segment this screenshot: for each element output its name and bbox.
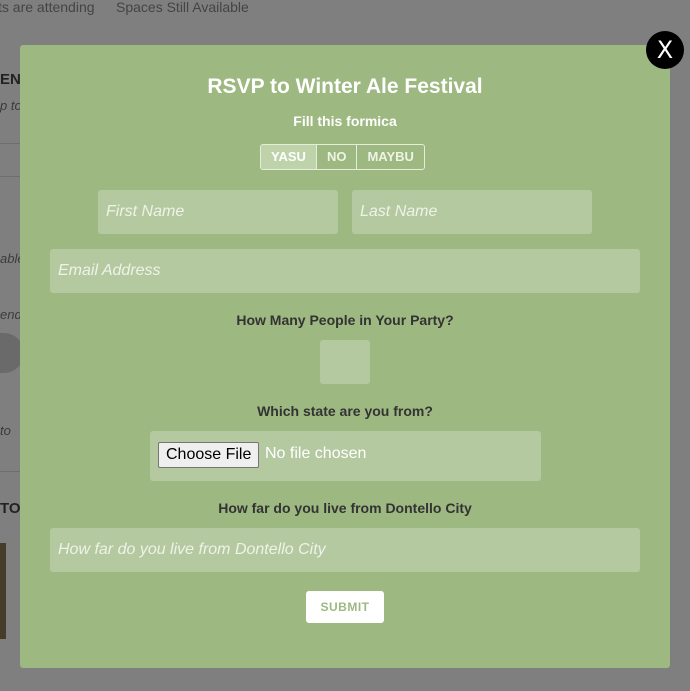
first-name-input[interactable] — [98, 190, 338, 234]
last-name-input[interactable] — [352, 190, 592, 234]
file-upload-field: Choose File No file chosen — [150, 431, 541, 481]
choose-file-button[interactable]: Choose File — [158, 442, 260, 468]
state-label: Which state are you from? — [257, 403, 433, 419]
rsvp-response-toggle: YASU NO MAYBU — [260, 144, 425, 170]
rsvp-option-no[interactable]: NO — [315, 145, 357, 169]
file-status-text: No file chosen — [265, 445, 367, 462]
modal-title: RSVP to Winter Ale Festival — [207, 75, 483, 98]
close-modal-button[interactable]: X — [646, 31, 684, 69]
party-size-label: How Many People in Your Party? — [236, 312, 454, 328]
rsvp-modal: RSVP to Winter Ale Festival Fill this fo… — [20, 45, 670, 668]
rsvp-option-yes[interactable]: YASU — [261, 145, 316, 169]
email-input[interactable] — [50, 249, 640, 293]
distance-label: How far do you live from Dontello City — [218, 500, 472, 516]
rsvp-option-maybe[interactable]: MAYBU — [356, 145, 423, 169]
party-size-input[interactable] — [320, 340, 370, 384]
modal-subtitle: Fill this formica — [293, 113, 397, 129]
distance-input[interactable] — [50, 528, 640, 572]
submit-button[interactable]: SUBMIT — [306, 591, 384, 623]
